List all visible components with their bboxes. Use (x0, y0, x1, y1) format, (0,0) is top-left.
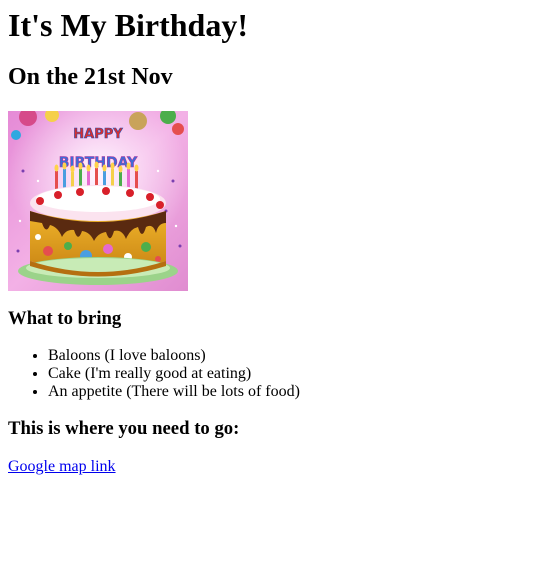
page-title: It's My Birthday! (8, 7, 248, 43)
google-map-link[interactable]: Google map link (8, 458, 116, 475)
list-item: Baloons (I love baloons) (48, 347, 528, 365)
location-heading: This is where you need to go: (8, 418, 240, 440)
cake-text-happy: HAPPY (73, 127, 123, 142)
list-item: An appetite (There will be lots of food) (48, 383, 528, 401)
birthday-cake-image: HAPPY BIRTHDAY (8, 110, 188, 291)
list-item: Cake (I'm really good at eating) (48, 365, 528, 383)
bring-list: Baloons (I love baloons) Cake (I'm reall… (8, 347, 528, 401)
page-subtitle: On the 21st Nov (8, 64, 173, 91)
bring-heading: What to bring (8, 307, 122, 329)
